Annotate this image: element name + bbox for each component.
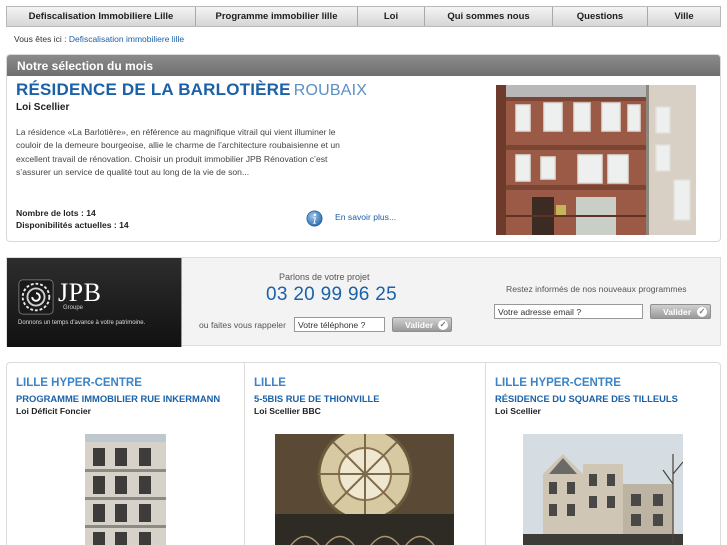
selection-panel: Notre sélection du mois RÉSIDENCE DE LA … — [6, 54, 721, 242]
program-law: Loi Scellier BBC — [254, 406, 321, 416]
phone-number: 03 20 99 96 25 — [266, 284, 397, 305]
program-photo[interactable] — [275, 434, 454, 545]
program-card[interactable]: LILLE 5-5BIS RUE DE THIONVILLE Loi Scell… — [245, 363, 486, 545]
selection-header: Notre sélection du mois — [7, 55, 720, 76]
program-name[interactable]: PROGRAMME IMMOBILIER RUE INKERMANN — [16, 393, 220, 404]
program-law: Loi Scellier — [495, 406, 541, 416]
nav-item-programme[interactable]: Programme immobilier lille — [196, 7, 358, 26]
program-list: LILLE HYPER-CENTRE PROGRAMME IMMOBILIER … — [6, 362, 721, 545]
nav-item-ville[interactable]: Ville — [648, 7, 720, 26]
main-nav: Defiscalisation Immobiliere Lille Progra… — [6, 6, 721, 27]
talk-label: Parlons de votre projet — [279, 272, 370, 282]
check-icon: ✓ — [438, 320, 448, 330]
jpb-logo[interactable]: JPB Groupe Donnons un temps d'avance à v… — [7, 258, 182, 347]
program-card[interactable]: LILLE HYPER-CENTRE PROGRAMME IMMOBILIER … — [7, 363, 245, 545]
program-city: LILLE — [254, 377, 286, 389]
email-validate-label: Valider — [663, 306, 692, 317]
selection-law: Loi Scellier — [16, 102, 70, 113]
jpb-logo-text: JPB — [58, 278, 102, 307]
nav-item-defiscalisation[interactable]: Defiscalisation Immobiliere Lille — [7, 7, 196, 26]
selection-lots-count: Nombre de lots : 14 — [16, 208, 96, 218]
contact-bar: JPB Groupe Donnons un temps d'avance à v… — [6, 257, 721, 347]
breadcrumb-current-link[interactable]: Defiscalisation immobiliere lille — [69, 34, 184, 44]
program-city: LILLE HYPER-CENTRE — [16, 377, 142, 389]
program-photo[interactable] — [523, 434, 683, 545]
selection-availability: Disponibilités actuelles : 14 — [16, 220, 129, 230]
program-name[interactable]: RÉSIDENCE DU SQUARE DES TILLEULS — [495, 393, 678, 404]
phone-input[interactable] — [294, 317, 385, 332]
selection-lots-info: Nombre de lots : 14 Disponibilités actue… — [16, 207, 129, 231]
jpb-logo-sub: Groupe — [63, 305, 84, 311]
residence-photo[interactable] — [496, 85, 696, 235]
more-info-link[interactable]: En savoir plus... — [335, 212, 396, 222]
nav-item-qui-sommes-nous[interactable]: Qui sommes nous — [425, 7, 553, 26]
newsletter-label: Restez informés de nos nouveaux programm… — [506, 284, 687, 294]
program-law: Loi Déficit Foncier — [16, 406, 91, 416]
phone-validate-button[interactable]: Valider ✓ — [392, 317, 452, 332]
jpb-tagline: Donnons un temps d'avance à votre patrim… — [18, 320, 146, 326]
info-icon[interactable] — [306, 210, 323, 227]
selection-title-name[interactable]: RÉSIDENCE DE LA BARLOTIÈRE — [16, 80, 291, 99]
selection-title[interactable]: RÉSIDENCE DE LA BARLOTIÈRE ROUBAIX — [16, 80, 367, 100]
breadcrumb: Vous êtes ici : Defiscalisation immobili… — [14, 34, 184, 44]
callback-label: ou faites vous rappeler — [199, 320, 286, 330]
jpb-swirl-logo — [18, 279, 54, 315]
nav-item-loi[interactable]: Loi — [358, 7, 425, 26]
program-photo[interactable] — [85, 434, 166, 545]
email-validate-button[interactable]: Valider ✓ — [650, 304, 711, 319]
program-city: LILLE HYPER-CENTRE — [495, 377, 621, 389]
program-card[interactable]: LILLE HYPER-CENTRE RÉSIDENCE DU SQUARE D… — [486, 363, 720, 545]
selection-city: ROUBAIX — [293, 82, 368, 99]
nav-item-questions[interactable]: Questions — [553, 7, 648, 26]
check-icon: ✓ — [697, 307, 707, 317]
selection-description: La résidence «La Barlotière», en référen… — [16, 127, 340, 178]
breadcrumb-prefix: Vous êtes ici : — [14, 34, 67, 44]
email-input[interactable] — [494, 304, 643, 319]
phone-validate-label: Valider — [405, 319, 434, 330]
program-name[interactable]: 5-5BIS RUE DE THIONVILLE — [254, 393, 380, 404]
